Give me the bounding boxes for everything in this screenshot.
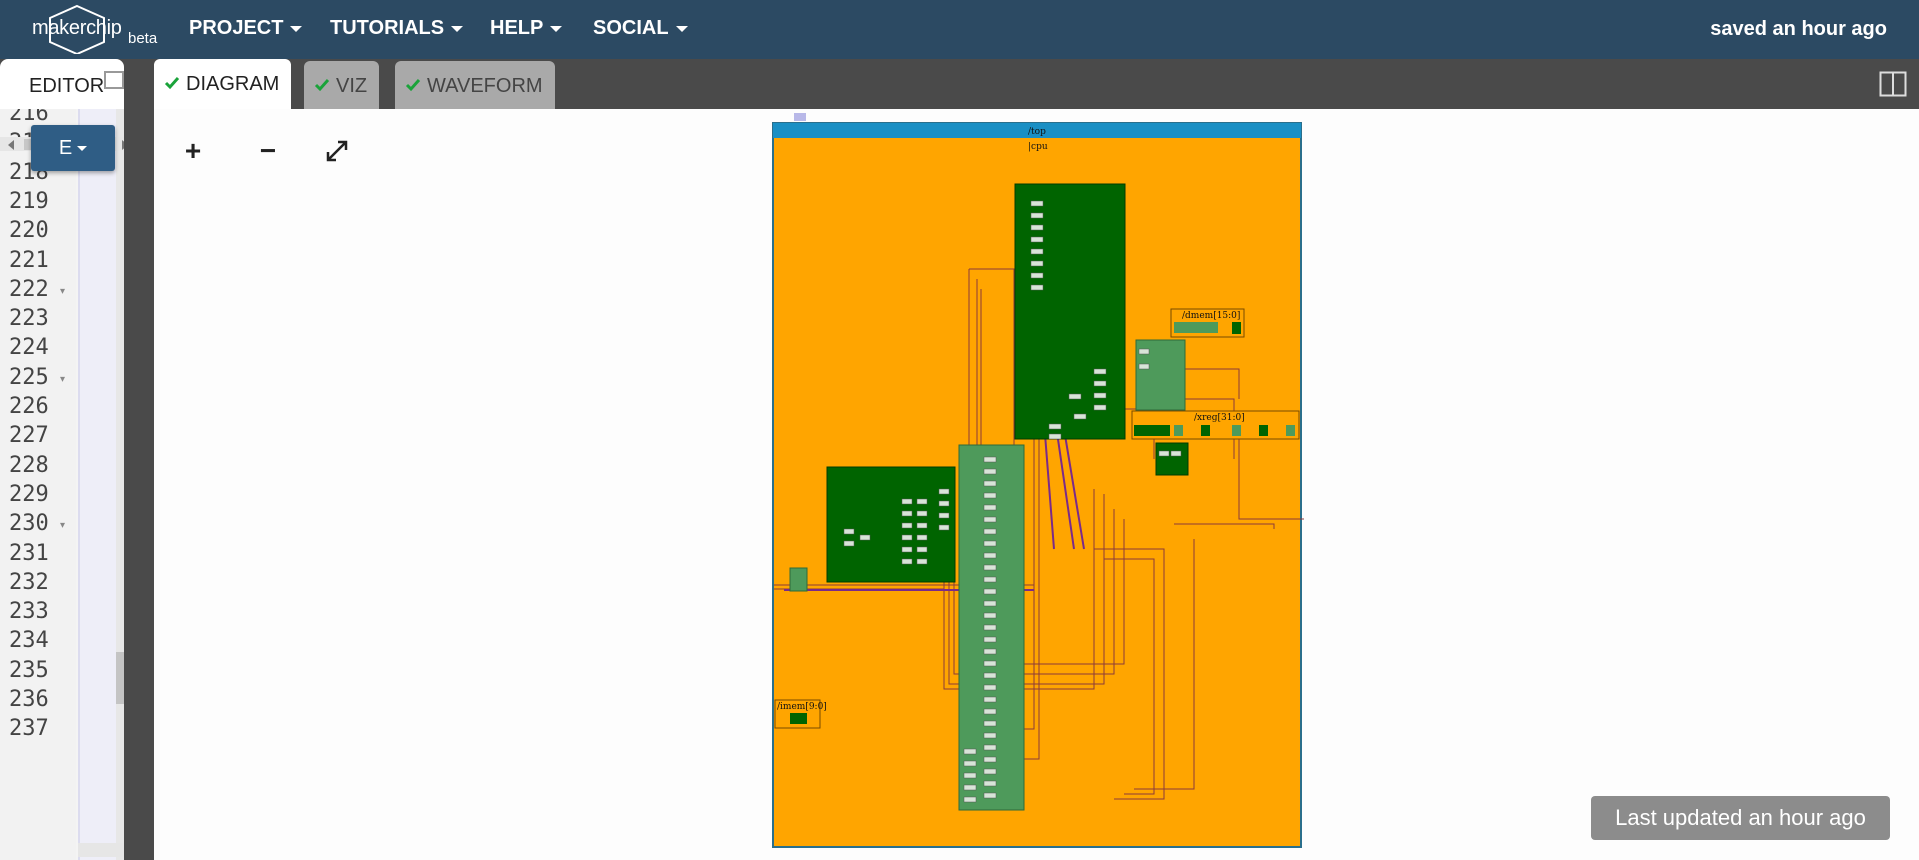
vertical-scroll-thumb[interactable]: [116, 652, 124, 704]
nav-social-label: SOCIAL: [593, 17, 669, 39]
code-editor[interactable]: 216217218219220221222▾223224225▾22622722…: [0, 109, 124, 860]
scroll-left-arrow-icon[interactable]: [8, 140, 14, 150]
chevron-down-icon: [290, 25, 303, 32]
status-toast: Last updated an hour ago: [1591, 796, 1890, 840]
tab-waveform-label: WAVEFORM: [427, 75, 543, 97]
scroll-right-arrow-icon[interactable]: [122, 140, 124, 150]
chevron-down-icon: [451, 25, 464, 32]
line-number: 237: [9, 716, 49, 742]
line-number: 226: [9, 394, 49, 419]
chevron-down-icon: [675, 25, 688, 32]
chevron-down-icon: [77, 146, 88, 152]
module-dmem-label: /dmem[15:0]: [1182, 311, 1240, 321]
pane-divider[interactable]: [124, 59, 154, 860]
split-view-icon[interactable]: [1879, 71, 1907, 97]
line-number: 228: [9, 452, 49, 478]
makerchip-logo[interactable]: makerchip beta: [32, 4, 162, 54]
fold-toggle-icon[interactable]: ▾: [60, 520, 65, 531]
line-number: 227: [9, 423, 49, 449]
module-imem[interactable]: /imem[9:0]: [774, 699, 827, 729]
line-number: 216: [9, 109, 49, 126]
module-xreg-label: /xreg[31:0]: [1194, 413, 1245, 423]
nav-tutorials-label: TUTORIALS: [330, 17, 445, 39]
logo-beta-badge: beta: [128, 30, 158, 47]
tab-editor-label: EDITOR: [29, 75, 105, 97]
tab-waveform[interactable]: WAVEFORM: [395, 61, 555, 109]
line-number: 235: [9, 657, 49, 683]
bottom-horizontal-scrollbar[interactable]: [78, 843, 124, 857]
logic-block-decode[interactable]: [1014, 183, 1126, 440]
tab-diagram[interactable]: DIAGRAM: [154, 59, 292, 109]
logic-block-alu[interactable]: [826, 466, 956, 583]
line-number: 222: [9, 276, 49, 302]
fold-toggle-icon[interactable]: ▾: [60, 286, 65, 297]
tab-viz[interactable]: VIZ: [304, 61, 380, 109]
top-navbar: makerchip beta PROJECT TUTORIALS HELP SO…: [0, 0, 1919, 59]
nav-help-menu[interactable]: HELP: [490, 17, 563, 40]
tab-editor[interactable]: EDITOR: [0, 59, 124, 109]
pane-tab-strip: EDITOR DIAGRAM VIZ WAVEFORM: [0, 59, 1919, 109]
line-number: 223: [9, 306, 49, 332]
module-dmem[interactable]: /dmem[15:0]: [1170, 308, 1245, 338]
line-number: 231: [9, 540, 49, 566]
line-number: 221: [9, 247, 49, 273]
line-number: 229: [9, 481, 49, 507]
split-pane-icon[interactable]: [104, 71, 124, 89]
line-number: 234: [9, 628, 49, 654]
module-cpu-label: |cpu: [1028, 142, 1048, 152]
line-number: 225: [9, 364, 49, 390]
editor-text-area[interactable]: [78, 109, 116, 860]
module-xreg[interactable]: /xreg[31:0]: [1131, 410, 1300, 440]
logic-block-misc[interactable]: [1155, 442, 1189, 476]
line-number: 233: [9, 599, 49, 625]
editor-mode-button[interactable]: E: [31, 125, 115, 171]
tab-diagram-label: DIAGRAM: [186, 73, 280, 95]
module-diagram[interactable]: /top |cpu /dmem[15:0] /xreg[31:0] /imem[…: [154, 109, 1919, 860]
module-imem-label: /imem[9:0]: [777, 702, 827, 712]
diagram-canvas[interactable]: + − /top |cpu /dmem[15:0] /xreg[31:0] /i…: [154, 109, 1919, 860]
fold-toggle-icon[interactable]: ▾: [60, 374, 65, 385]
logic-block-pc[interactable]: [789, 567, 808, 592]
nav-project-label: PROJECT: [189, 17, 284, 39]
line-number: 230: [9, 511, 49, 537]
nav-project-menu[interactable]: PROJECT: [189, 17, 303, 40]
module-top-label: /top: [1028, 127, 1046, 137]
vertical-scrollbar[interactable]: [116, 109, 124, 860]
nav-social-menu[interactable]: SOCIAL: [593, 17, 688, 40]
check-icon: [405, 79, 421, 92]
diagram-marker: [794, 113, 806, 121]
line-number: 220: [9, 218, 49, 244]
nav-help-label: HELP: [490, 17, 544, 39]
editor-mode-label: E: [58, 137, 73, 159]
line-number: 236: [9, 687, 49, 712]
line-number: 224: [9, 335, 49, 361]
check-icon: [314, 79, 330, 92]
line-number: 219: [9, 188, 49, 214]
nav-tutorials-menu[interactable]: TUTORIALS: [330, 17, 464, 40]
line-number: 232: [9, 569, 49, 595]
logo-text: makerchip: [32, 17, 122, 39]
tab-viz-label: VIZ: [336, 75, 368, 97]
save-status: saved an hour ago: [1710, 18, 1887, 40]
check-icon: [164, 77, 180, 90]
chevron-down-icon: [550, 25, 563, 32]
